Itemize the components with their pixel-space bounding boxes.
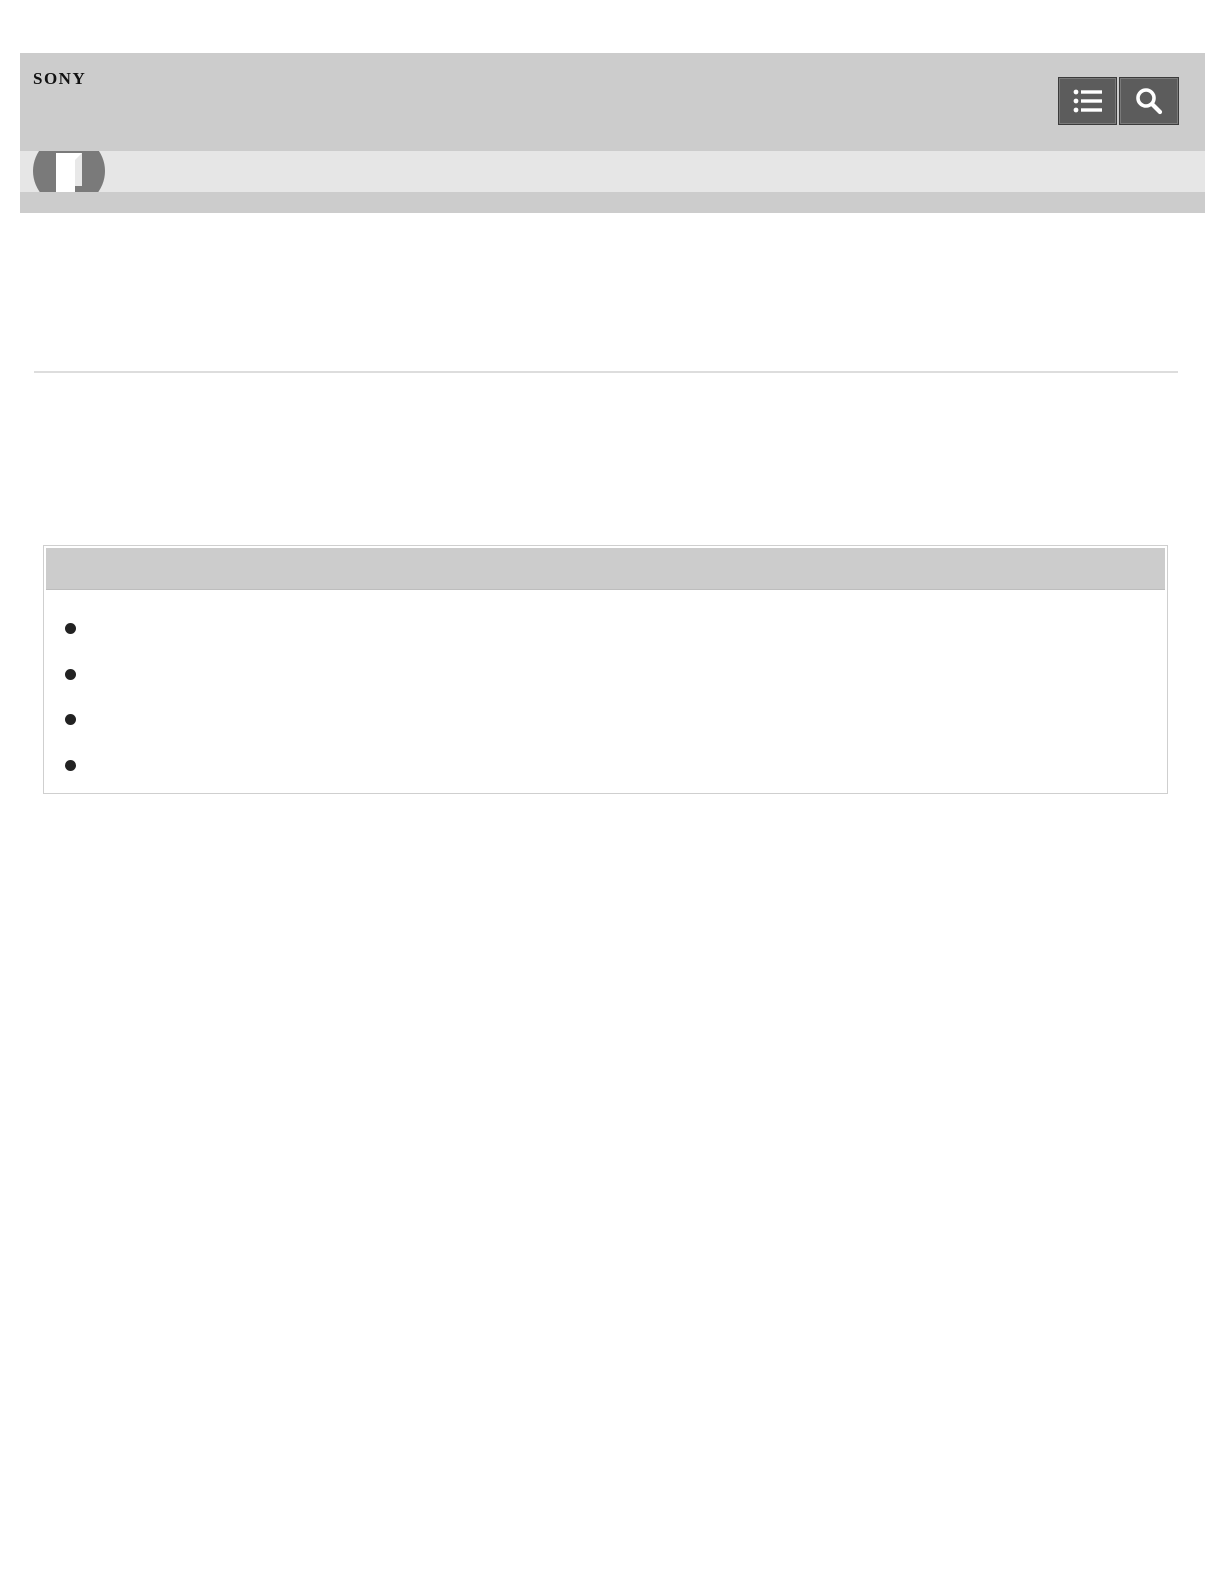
list-item — [44, 606, 1167, 652]
search-button[interactable] — [1119, 77, 1179, 125]
list-item — [44, 743, 1167, 789]
search-icon — [1136, 88, 1163, 115]
book-icon — [32, 151, 106, 192]
note-box — [43, 545, 1168, 794]
table-of-contents-button[interactable] — [1058, 77, 1117, 125]
header-button-group — [1058, 77, 1179, 125]
title-divider — [34, 371, 1178, 373]
bullet-icon — [65, 623, 76, 634]
page-header: SONY — [20, 53, 1205, 213]
note-box-header — [46, 548, 1165, 590]
note-list — [44, 606, 1167, 788]
list-icon — [1073, 89, 1102, 113]
bullet-icon — [65, 759, 76, 771]
bullet-icon — [65, 714, 76, 725]
list-item — [44, 652, 1167, 698]
list-item — [44, 697, 1167, 743]
section-bar — [20, 151, 1205, 192]
sony-logo: SONY — [33, 69, 87, 88]
bullet-icon — [65, 668, 76, 680]
